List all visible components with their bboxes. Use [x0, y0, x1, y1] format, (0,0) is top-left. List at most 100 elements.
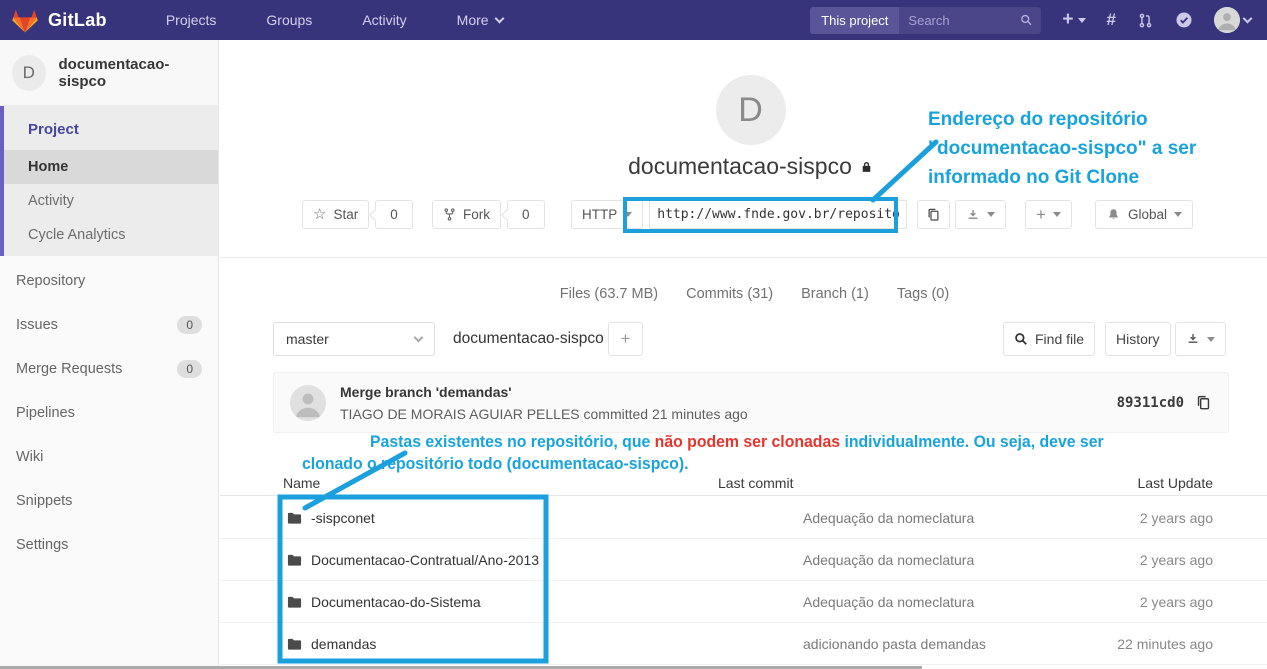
stat-commits[interactable]: Commits (31) — [686, 286, 773, 302]
left-sidebar: D documentacao-sispco Project Home Activ… — [0, 40, 219, 669]
caret-down-icon — [987, 212, 995, 217]
hash-icon: # — [1107, 10, 1116, 30]
nav-groups[interactable]: Groups — [241, 0, 337, 40]
download-archive-dropdown[interactable] — [1175, 322, 1226, 356]
star-icon: ☆ — [313, 207, 326, 222]
sidebar-item-home[interactable]: Home — [4, 150, 218, 184]
sidebar-item-repository[interactable]: Repository — [0, 259, 218, 303]
project-context-name: documentacao-sispco — [59, 56, 206, 90]
search-icon — [1020, 13, 1033, 27]
last-commit-panel: Merge branch 'demandas' TIAGO DE MORAIS … — [273, 372, 1229, 433]
caret-down-icon — [1078, 18, 1086, 23]
notification-group: Global — [1095, 200, 1193, 229]
commit-meta: TIAGO DE MORAIS AGUIAR PELLES committed … — [340, 406, 748, 422]
sidebar-item-pipelines[interactable]: Pipelines — [0, 391, 218, 435]
file-table-header: Name Last commit Last Update — [220, 475, 1267, 496]
add-to-tree-button[interactable]: + — [608, 322, 643, 356]
chevron-down-icon — [414, 333, 424, 343]
navbar-right: This project + # — [810, 7, 1267, 34]
folder-link[interactable]: -sispconet — [287, 510, 375, 526]
last-update-time: 2 years ago — [1140, 594, 1213, 610]
commit-message-link[interactable]: Adequação da nomeclatura — [803, 594, 974, 610]
plus-icon: + — [1036, 206, 1046, 223]
stat-files[interactable]: Files (63.7 MB) — [560, 286, 658, 302]
commit-title-link[interactable]: Merge branch 'demandas' — [340, 384, 512, 400]
fork-group: Fork 0 — [432, 200, 545, 229]
copy-icon — [926, 207, 941, 223]
chevron-down-icon — [494, 14, 504, 24]
caret-down-icon — [624, 212, 632, 217]
copy-commit-sha-button[interactable] — [1195, 394, 1212, 412]
commit-message-link[interactable]: adicionando pasta demandas — [803, 636, 986, 652]
todo-check-circle-icon — [1175, 11, 1193, 29]
issues-dashboard-button[interactable]: # — [1107, 10, 1116, 30]
stat-tags[interactable]: Tags (0) — [897, 286, 949, 302]
search-scope-button[interactable]: This project — [810, 7, 899, 34]
gitlab-home-link[interactable]: GitLab — [0, 8, 107, 33]
find-file-button[interactable]: Find file — [1003, 322, 1095, 356]
branch-selector[interactable]: master — [273, 322, 435, 356]
user-menu-button[interactable] — [1214, 7, 1251, 33]
main-content: D documentacao-sispco Endereço do reposi… — [220, 40, 1267, 669]
search-input[interactable] — [908, 13, 1019, 28]
fork-icon — [443, 207, 456, 222]
search-icon — [1014, 332, 1028, 346]
last-update-time: 22 minutes ago — [1117, 636, 1213, 652]
project-stats: Files (63.7 MB) Commits (31) Branch (1) … — [220, 270, 1267, 318]
commit-message-link[interactable]: Adequação da nomeclatura — [803, 552, 974, 568]
star-count[interactable]: 0 — [375, 200, 413, 229]
merge-requests-button[interactable] — [1137, 12, 1154, 29]
fork-count[interactable]: 0 — [507, 200, 545, 229]
fork-button[interactable]: Fork — [432, 200, 501, 229]
download-icon — [1186, 332, 1200, 346]
merge-requests-count-badge: 0 — [177, 360, 202, 378]
column-header-last-update: Last Update — [1138, 475, 1214, 491]
annotation-red-highlight: não podem ser clonadas — [655, 432, 840, 451]
sidebar-item-snippets[interactable]: Snippets — [0, 479, 218, 523]
clone-url-input[interactable] — [649, 200, 907, 229]
copy-url-button[interactable] — [917, 200, 950, 229]
sidebar-item-cycle-analytics[interactable]: Cycle Analytics — [4, 218, 218, 252]
breadcrumb-project[interactable]: documentacao-sispco — [453, 330, 604, 348]
new-file-dropdown[interactable]: + — [1025, 200, 1072, 229]
folder-link[interactable]: Documentacao-do-Sistema — [287, 594, 481, 610]
annotation-folders-note-line2: clonado o repositório todo (documentacao… — [302, 454, 689, 474]
plus-icon: + — [1062, 10, 1073, 29]
star-button[interactable]: ☆Star — [302, 200, 369, 229]
new-menu-button[interactable]: + — [1062, 12, 1085, 29]
nav-projects[interactable]: Projects — [141, 0, 242, 40]
commit-message-link[interactable]: Adequação da nomeclatura — [803, 510, 974, 526]
annotation-folders-note-line1: Pastas existentes no repositório, que nã… — [370, 432, 1104, 452]
download-dropdown[interactable] — [955, 200, 1006, 229]
user-avatar — [1214, 7, 1240, 33]
caret-down-icon — [1207, 337, 1215, 342]
sidebar-item-settings[interactable]: Settings — [0, 523, 218, 567]
merge-request-icon — [1137, 12, 1154, 29]
sidebar-item-activity[interactable]: Activity — [4, 184, 218, 218]
protocol-dropdown[interactable]: HTTP — [571, 200, 643, 229]
file-table-body: -sispconet Adequação da nomeclatura 2 ye… — [220, 497, 1267, 665]
folder-icon — [287, 637, 302, 651]
folder-link[interactable]: demandas — [287, 636, 376, 652]
project-context[interactable]: D documentacao-sispco — [0, 40, 218, 106]
sidebar-item-wiki[interactable]: Wiki — [0, 435, 218, 479]
commit-sha-link[interactable]: 89311cd0 — [1117, 395, 1184, 411]
stat-branch[interactable]: Branch (1) — [801, 286, 869, 302]
issues-count-badge: 0 — [177, 316, 202, 334]
last-update-time: 2 years ago — [1140, 552, 1213, 568]
nav-more[interactable]: More — [432, 0, 528, 40]
sidebar-item-merge-requests[interactable]: Merge Requests0 — [0, 347, 218, 391]
project-avatar-large: D — [716, 75, 786, 145]
download-icon — [966, 208, 980, 222]
todos-button[interactable] — [1175, 11, 1193, 29]
caret-down-icon — [1053, 212, 1061, 217]
bell-icon — [1106, 207, 1121, 223]
sidebar-item-issues[interactable]: Issues0 — [0, 303, 218, 347]
folder-link[interactable]: Documentacao-Contratual/Ano-2013 — [287, 552, 539, 568]
gitlab-brand-text: GitLab — [48, 10, 107, 31]
table-row: Documentacao-Contratual/Ano-2013 Adequaç… — [220, 539, 1267, 581]
breadcrumb: documentacao-sispco / — [453, 322, 617, 356]
nav-activity[interactable]: Activity — [337, 0, 431, 40]
history-button[interactable]: History — [1105, 322, 1171, 356]
notification-dropdown[interactable]: Global — [1095, 200, 1193, 229]
